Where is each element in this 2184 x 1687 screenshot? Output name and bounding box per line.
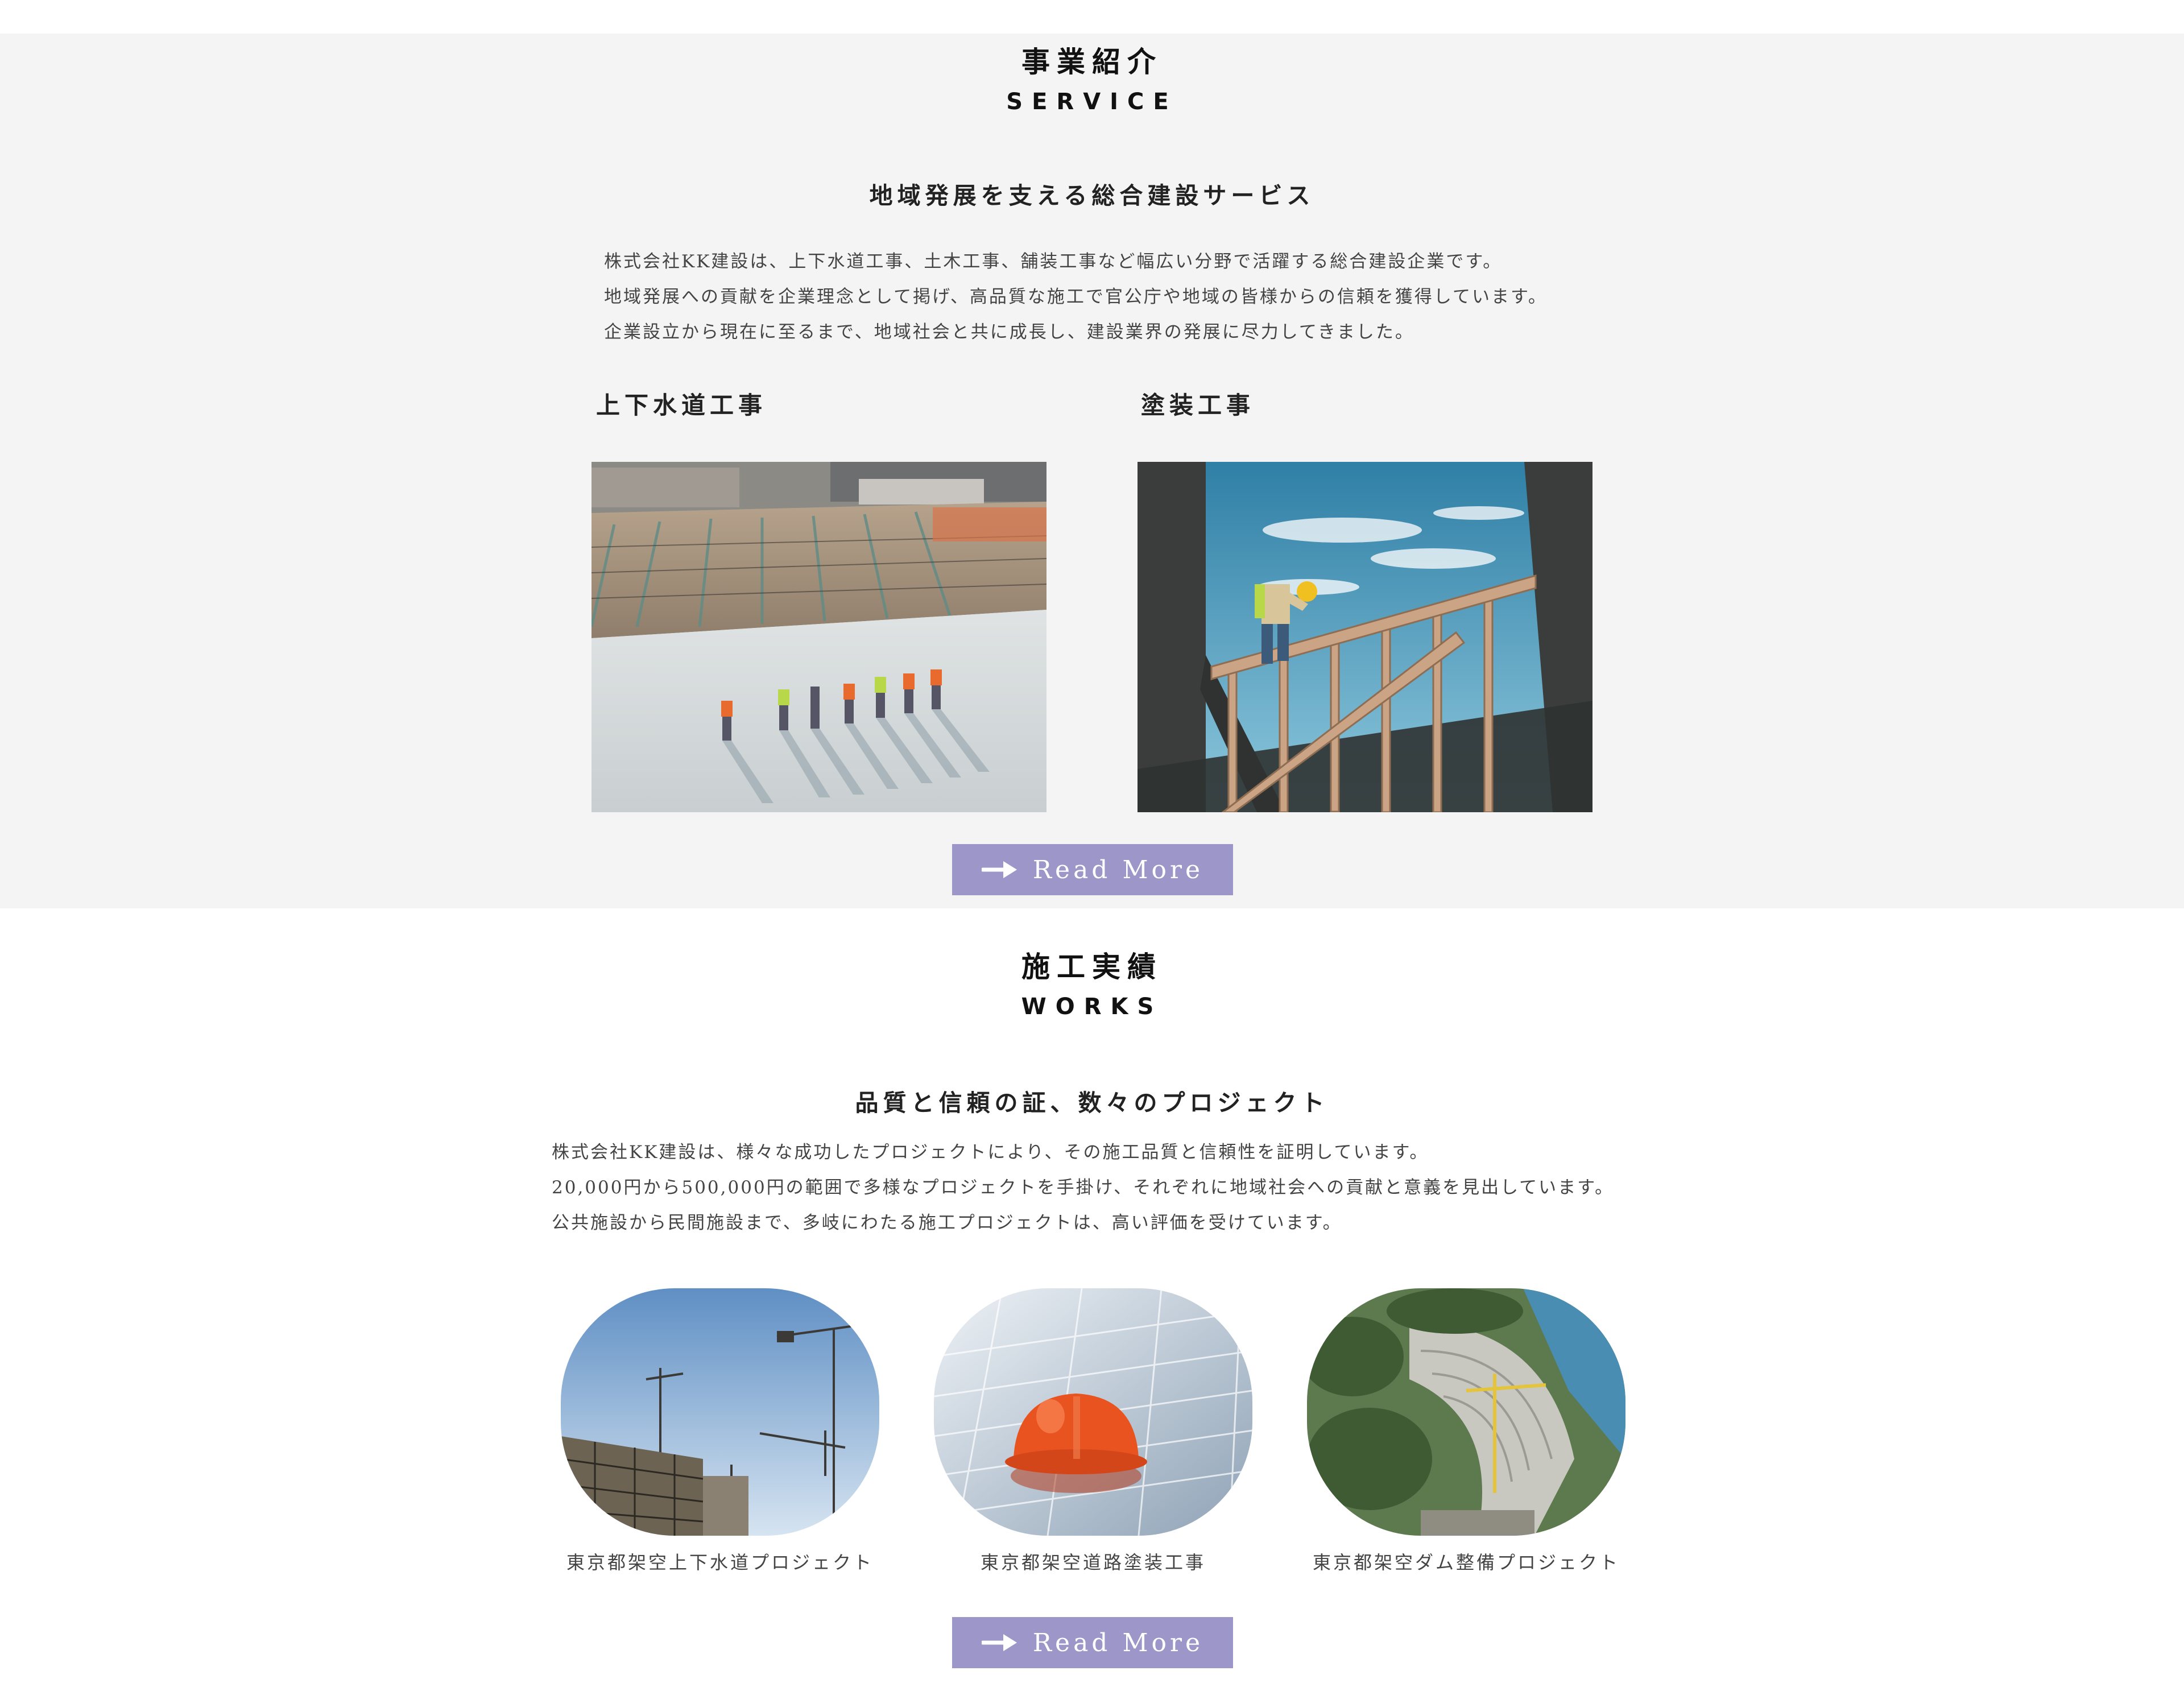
service-paragraph: 地域発展への貢献を企業理念として掲げ、高品質な施工で官公庁や地域の皆様からの信頼… (604, 287, 1548, 307)
service-title: 事業紹介 (1021, 45, 1163, 78)
hardhat-solar-photo[interactable] (934, 1288, 1252, 1536)
read-more-label: Read More (1032, 1628, 1204, 1657)
works-paragraph: 公共施設から民間施設まで、多岐にわたる施工プロジェクトは、高い評価を受けています… (552, 1213, 1342, 1233)
construction-site-photo (592, 462, 1046, 812)
service-paragraph: 企業設立から現在に至るまで、地域社会と共に成長し、建設業界の発展に尽力してきまし… (604, 322, 1414, 342)
works-paragraph: 20,000円から500,000円の範囲で多様なプロジェクトを手掛け、それぞれに… (552, 1177, 1615, 1198)
worker-on-frame-photo (1138, 462, 1592, 812)
service-heading-water: 上下水道工事 (596, 391, 767, 419)
cranes-photo[interactable] (561, 1288, 879, 1536)
works-description: 株式会社KK建設は、様々な成功したプロジェクトにより、その施工品質と信頼性を証明… (552, 1135, 1614, 1241)
project-caption: 東京都架空道路塗装工事 (980, 1552, 1206, 1573)
works-paragraph: 株式会社KK建設は、様々な成功したプロジェクトにより、その施工品質と信頼性を証明… (552, 1142, 1429, 1163)
works-read-more-button[interactable]: Read More (952, 1617, 1233, 1668)
arrow-right-icon (981, 861, 1017, 878)
service-lead: 地域発展を支える総合建設サービス (869, 182, 1315, 209)
service-paragraph: 株式会社KK建設は、上下水道工事、土木工事、舗装工事など幅広い分野で活躍する総合… (604, 251, 1503, 272)
dam-photo[interactable] (1307, 1288, 1625, 1536)
works-title: 施工実績 (1021, 950, 1163, 983)
service-description: 株式会社KK建設は、上下水道工事、土木工事、舗装工事など幅広い分野で活躍する総合… (604, 244, 1548, 350)
project-caption: 東京都架空ダム整備プロジェクト (1312, 1552, 1620, 1573)
service-section: 事業紹介 SERVICE 地域発展を支える総合建設サービス 株式会社KK建設は、… (0, 34, 2184, 908)
service-read-more-button[interactable]: Read More (952, 844, 1233, 895)
project-caption: 東京都架空上下水道プロジェクト (566, 1552, 874, 1573)
service-heading-painting: 塗装工事 (1141, 391, 1255, 419)
read-more-label: Read More (1032, 855, 1204, 884)
works-lead: 品質と信頼の証、数々のプロジェクト (855, 1089, 1329, 1117)
service-subtitle: SERVICE (1006, 89, 1178, 115)
works-subtitle: WORKS (1021, 994, 1163, 1020)
arrow-right-icon (981, 1634, 1017, 1651)
